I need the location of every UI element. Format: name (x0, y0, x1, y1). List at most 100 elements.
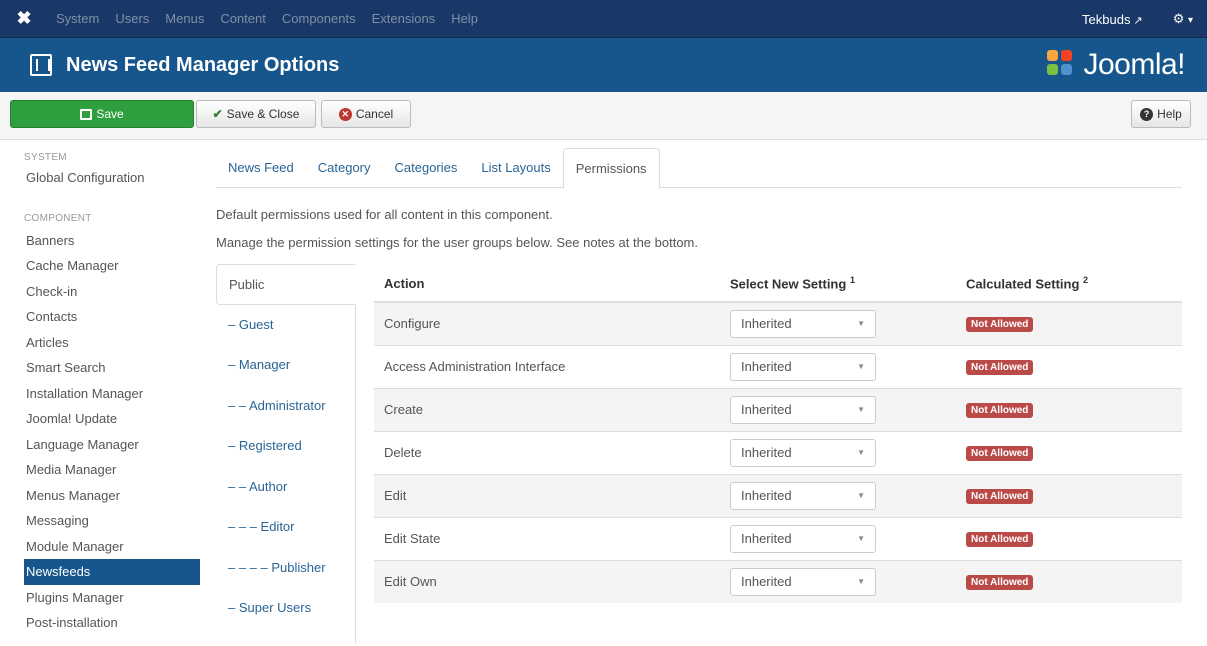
tab-categories[interactable]: Categories (383, 148, 470, 187)
note-2-marker: 2 (1083, 275, 1089, 286)
save-icon (80, 108, 93, 120)
sidebar-item-newsfeeds[interactable]: Newsfeeds (24, 559, 200, 585)
calculated-cell: Not Allowed (956, 344, 1182, 388)
header-calculated-label: Calculated Setting (966, 276, 1080, 292)
note-1-marker: 1 (849, 275, 855, 286)
group-public[interactable]: Public (216, 264, 356, 305)
sidebar-item-module-manager[interactable]: Module Manager (24, 534, 200, 560)
permissions-instructions: Manage the permission settings for the u… (216, 235, 699, 250)
chevron-down-icon: ▼ (857, 319, 865, 329)
group-guest[interactable]: – Guest (216, 305, 355, 346)
setting-value: Inherited (741, 531, 792, 546)
cancel-icon: ✕ (338, 107, 352, 121)
menu-system[interactable]: System (48, 0, 107, 38)
table-row: Edit Inherited ▼ Not Allowed (374, 473, 1182, 517)
table-row: Edit Own Inherited ▼ Not Allowed (374, 559, 1182, 603)
status-badge: Not Allowed (966, 489, 1034, 504)
sidebar-item-check-in[interactable]: Check-in (24, 279, 200, 305)
site-link[interactable]: Tekbuds ↗ (1082, 12, 1143, 27)
help-icon: ? (1140, 107, 1154, 121)
calculated-cell: Not Allowed (956, 430, 1182, 474)
status-badge: Not Allowed (966, 360, 1034, 375)
status-badge: Not Allowed (966, 532, 1034, 547)
sidebar-item-cache-manager[interactable]: Cache Manager (24, 253, 200, 279)
save-button[interactable]: Save (10, 100, 194, 128)
sidebar-item-global-configuration[interactable]: Global Configuration (24, 165, 200, 191)
options-icon (30, 54, 52, 76)
setting-select[interactable]: Inherited ▼ (730, 309, 876, 338)
sidebar-item-smart-search[interactable]: Smart Search (24, 355, 200, 381)
table-header-row: Action Select New Setting 1 Calculated S… (374, 266, 1182, 303)
tab-news-feed[interactable]: News Feed (216, 148, 306, 187)
options-tabs: News Feed Category Categories List Layou… (216, 148, 1182, 189)
setting-value: Inherited (741, 316, 792, 332)
calculated-cell: Not Allowed (956, 387, 1182, 431)
sidebar-item-installation-manager[interactable]: Installation Manager (24, 381, 200, 407)
setting-select[interactable]: Inherited ▼ (730, 524, 876, 553)
setting-cell: Inherited ▼ (720, 559, 956, 603)
tab-permissions[interactable]: Permissions (562, 148, 660, 189)
sidebar-item-articles[interactable]: Articles (24, 330, 200, 356)
sidebar-item-banners[interactable]: Banners (24, 228, 200, 254)
save-close-label: Save & Close (226, 107, 300, 121)
sidebar-item-media-manager[interactable]: Media Manager (24, 457, 200, 483)
menu-extensions[interactable]: Extensions (364, 0, 444, 38)
sidebar-item-messaging[interactable]: Messaging (24, 508, 200, 534)
gear-icon: ⚙ (1172, 11, 1185, 26)
user-groups-tabs: Public – Guest – Manager – – Administrat… (216, 264, 356, 644)
menu-components[interactable]: Components (274, 0, 364, 38)
menu-menus[interactable]: Menus (157, 0, 212, 38)
group-author[interactable]: – – Author (216, 467, 355, 508)
sidebar-item-post-installation[interactable]: Post-installation (24, 610, 200, 636)
header-select-new-setting: Select New Setting 1 (720, 266, 956, 303)
sidebar-item-plugins-manager[interactable]: Plugins Manager (24, 585, 200, 611)
menu-content[interactable]: Content (212, 0, 274, 38)
sidebar-item-language-manager[interactable]: Language Manager (24, 432, 200, 458)
save-close-button[interactable]: ✔ Save & Close (196, 100, 316, 128)
page-title: News Feed Manager Options (66, 53, 340, 76)
header-calculated-setting: Calculated Setting 2 (956, 266, 1182, 303)
cancel-button[interactable]: ✕ Cancel (321, 100, 411, 128)
setting-cell: Inherited ▼ (720, 387, 956, 431)
menu-help[interactable]: Help (443, 0, 486, 38)
toolbar: Save ✔ Save & Close ✕ Cancel ? Help (0, 92, 1207, 140)
group-editor[interactable]: – – – Editor (216, 507, 355, 548)
setting-cell: Inherited ▼ (720, 430, 956, 474)
joomla-wordmark: Joomla! (1083, 48, 1185, 81)
setting-select[interactable]: Inherited ▼ (730, 352, 876, 381)
sidebar-item-contacts[interactable]: Contacts (24, 304, 200, 330)
chevron-down-icon: ▼ (857, 405, 865, 414)
tab-list-layouts[interactable]: List Layouts (469, 148, 562, 187)
sidebar: SYSTEM Global Configuration COMPONENT Ba… (24, 152, 200, 636)
group-super-users[interactable]: – Super Users (216, 588, 355, 629)
chevron-down-icon: ▼ (857, 491, 865, 500)
sidebar-item-menus-manager[interactable]: Menus Manager (24, 483, 200, 509)
save-label: Save (96, 107, 124, 121)
calculated-cell: Not Allowed (956, 516, 1182, 560)
setting-select[interactable]: Inherited ▼ (730, 481, 876, 510)
menu-users[interactable]: Users (107, 0, 157, 38)
setting-select[interactable]: Inherited ▼ (730, 395, 876, 424)
check-icon: ✔ (212, 107, 223, 121)
cancel-label: Cancel (355, 107, 394, 121)
help-button[interactable]: ? Help (1131, 100, 1191, 128)
joomla-menu-icon[interactable]: ✖ (0, 0, 48, 38)
setting-value: Inherited (741, 445, 792, 460)
setting-value: Inherited (741, 402, 792, 417)
setting-select[interactable]: Inherited ▼ (730, 438, 876, 467)
setting-cell: Inherited ▼ (720, 516, 956, 560)
chevron-down-icon: ▼ (857, 534, 865, 543)
action-label: Access Administration Interface (374, 344, 720, 388)
group-manager[interactable]: – Manager (216, 345, 355, 386)
settings-menu[interactable]: ⚙ ▾ (1173, 11, 1193, 27)
setting-value: Inherited (741, 488, 792, 503)
setting-select[interactable]: Inherited ▼ (730, 567, 876, 596)
sidebar-heading-component: COMPONENT (24, 212, 92, 224)
group-registered[interactable]: – Registered (216, 426, 355, 467)
table-row: Configure Inherited ▼ Not Allowed (374, 301, 1182, 345)
group-publisher[interactable]: – – – – Publisher (216, 548, 355, 589)
table-row: Access Administration Interface Inherite… (374, 344, 1182, 388)
group-administrator[interactable]: – – Administrator (216, 386, 355, 427)
sidebar-item-joomla-update[interactable]: Joomla! Update (24, 406, 200, 432)
tab-category[interactable]: Category (306, 148, 383, 187)
